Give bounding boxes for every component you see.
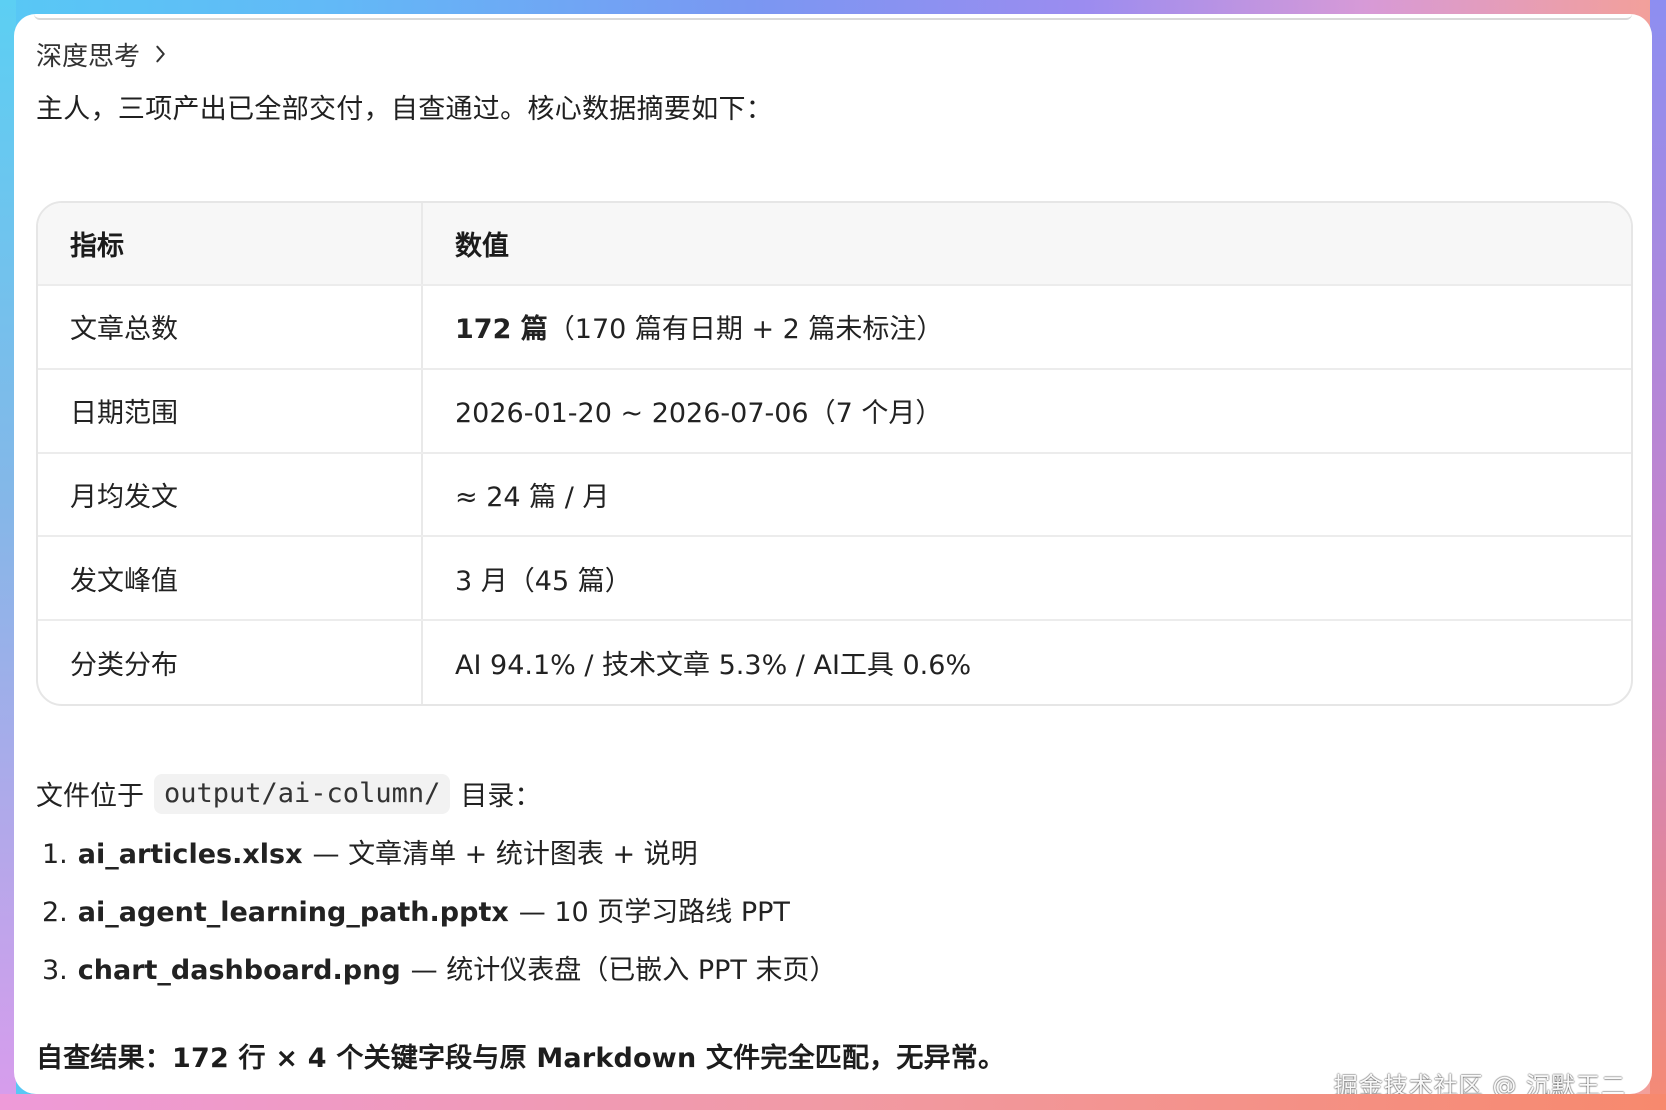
files-prefix: 文件位于	[36, 781, 144, 813]
list-item: 1. ai_articles.xlsx — 文章清单 + 统计图表 + 说明	[42, 832, 836, 890]
value-cell: 172 篇（170 篇有日期 + 2 篇未标注）	[422, 285, 1631, 370]
table-row: 分类分布 AI 94.1% / 技术文章 5.3% / AI工具 0.6%	[38, 620, 1631, 704]
table-header-metric: 指标	[38, 203, 423, 286]
file-description: — 10 页学习路线 PPT	[518, 897, 790, 928]
output-path-code: output/ai-column/	[154, 774, 451, 814]
top-divider	[34, 14, 1632, 20]
metric-cell: 日期范围	[38, 368, 423, 454]
site-watermark: 掘金技术社区 @ 沉默王二	[1333, 1072, 1626, 1094]
table-header-value: 数值	[422, 203, 1631, 286]
value-cell: ≈ 24 篇 / 月	[422, 452, 1631, 538]
right-gradient-frame	[1650, 0, 1666, 1110]
metric-cell: 分类分布	[38, 620, 423, 704]
metric-cell: 月均发文	[38, 452, 423, 538]
chat-message-card: 深度思考 主人，三项产出已全部交付，自查通过。核心数据摘要如下： 指标 数值 文…	[14, 14, 1652, 1094]
table-row: 发文峰值 3 月（45 篇）	[38, 536, 1631, 622]
files-suffix: 目录：	[460, 781, 542, 813]
list-item: 3. chart_dashboard.png — 统计仪表盘（已嵌入 PPT 末…	[42, 948, 836, 1006]
table-header-row: 指标 数值	[38, 203, 1631, 286]
value-cell: 3 月（45 篇）	[422, 536, 1631, 622]
table-row: 文章总数 172 篇（170 篇有日期 + 2 篇未标注）	[38, 285, 1631, 370]
file-description: — 文章清单 + 统计图表 + 说明	[312, 839, 698, 870]
file-name: ai_articles.xlsx	[77, 839, 303, 870]
table-row: 月均发文 ≈ 24 篇 / 月	[38, 452, 1631, 538]
metric-cell: 文章总数	[38, 285, 423, 370]
file-number: 1.	[42, 839, 68, 870]
value-strong: 172 篇	[455, 314, 548, 346]
self-check-summary: 自查结果：172 行 × 4 个关键字段与原 Markdown 文件完全匹配，无…	[36, 1043, 1006, 1074]
file-number: 2.	[42, 897, 68, 928]
intro-text: 主人，三项产出已全部交付，自查通过。核心数据摘要如下：	[36, 94, 774, 125]
file-number: 3.	[42, 955, 68, 986]
files-location-line: 文件位于 output/ai-column/ 目录：	[36, 774, 541, 814]
value-cell: 2026-01-20 ~ 2026-07-06（7 个月）	[422, 368, 1631, 454]
deep-thinking-label: 深度思考	[36, 41, 141, 72]
file-list: 1. ai_articles.xlsx — 文章清单 + 统计图表 + 说明 2…	[42, 832, 836, 1006]
list-item: 2. ai_agent_learning_path.pptx — 10 页学习路…	[42, 890, 836, 948]
file-name: chart_dashboard.png	[77, 955, 401, 986]
chevron-right-icon	[156, 45, 165, 63]
file-description: — 统计仪表盘（已嵌入 PPT 末页）	[410, 955, 837, 986]
table-row: 日期范围 2026-01-20 ~ 2026-07-06（7 个月）	[38, 368, 1631, 454]
value-cell: AI 94.1% / 技术文章 5.3% / AI工具 0.6%	[455, 650, 972, 682]
file-name: ai_agent_learning_path.pptx	[77, 897, 509, 928]
bottom-gradient-frame	[0, 1094, 1666, 1110]
metric-cell: 发文峰值	[38, 536, 423, 622]
summary-table: 指标 数值 文章总数 172 篇（170 篇有日期 + 2 篇未标注） 日期范围…	[36, 201, 1633, 706]
value-rest: （170 篇有日期 + 2 篇未标注）	[547, 314, 944, 346]
deep-thinking-toggle[interactable]: 深度思考	[36, 34, 172, 74]
summary-table-grid: 指标 数值 文章总数 172 篇（170 篇有日期 + 2 篇未标注） 日期范围…	[38, 203, 1631, 704]
